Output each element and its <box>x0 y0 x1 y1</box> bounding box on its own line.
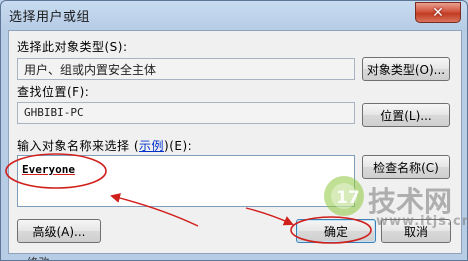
object-name-entry: Everyone <box>22 163 75 176</box>
object-names-label-suffix: )(E): <box>164 139 193 153</box>
object-types-button[interactable]: 对象类型(O)... <box>362 57 450 81</box>
object-names-label-prefix: 输入对象名称来选择 ( <box>17 139 139 153</box>
object-names-label: 输入对象名称来选择 (示例)(E): <box>17 137 192 154</box>
locations-button[interactable]: 位置(L)... <box>362 103 450 127</box>
bottom-partial-text: 终改 <box>27 254 50 260</box>
location-field: GHBIBI-PC <box>17 102 355 124</box>
watermark-url: www.itjs.cn <box>376 214 468 229</box>
close-button[interactable]: ✕ <box>415 2 461 23</box>
window-title: 选择用户或组 <box>9 10 91 25</box>
object-type-label: 选择此对象类型(S): <box>17 40 128 54</box>
location-label: 查找位置(F): <box>17 85 90 99</box>
examples-link[interactable]: 示例 <box>139 139 164 153</box>
title-bar: 选择用户或组 ✕ <box>1 1 467 29</box>
ok-button[interactable]: 确定 <box>296 219 376 243</box>
check-names-button[interactable]: 检查名称(C) <box>362 155 450 179</box>
object-names-input[interactable]: Everyone <box>17 155 355 207</box>
advanced-button[interactable]: 高级(A)... <box>17 219 101 243</box>
close-icon: ✕ <box>432 4 444 21</box>
object-type-field: 用户、组或内置安全主体 <box>17 58 355 80</box>
